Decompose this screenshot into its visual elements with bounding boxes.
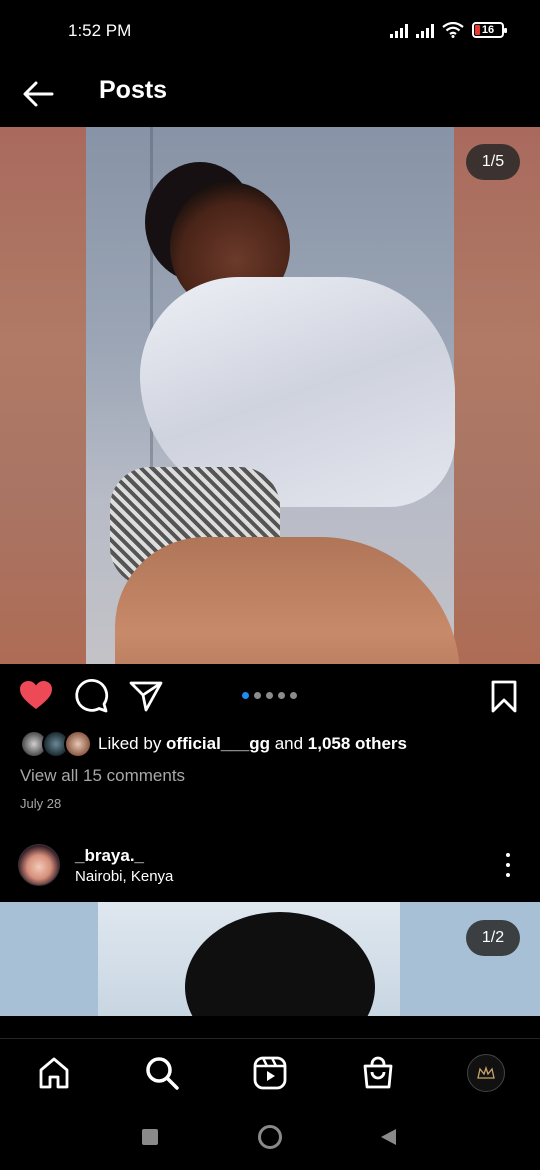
back-arrow-icon[interactable] (20, 76, 56, 112)
signal-icon (416, 22, 434, 38)
signal-icon (390, 22, 408, 38)
battery-level: 16 (481, 24, 495, 36)
share-icon[interactable] (128, 678, 164, 714)
more-options-icon[interactable] (498, 850, 518, 880)
next-post-username[interactable]: _braya._ (75, 846, 144, 866)
back-button[interactable] (378, 1127, 398, 1147)
recents-button[interactable] (142, 1129, 158, 1145)
likes-middle: and (269, 734, 308, 753)
home-icon[interactable] (36, 1055, 72, 1091)
comment-icon[interactable] (74, 678, 110, 714)
next-post-header: _braya._ Nairobi, Kenya (0, 838, 540, 896)
system-nav-bar (0, 1108, 540, 1170)
likes-row[interactable]: Liked by official___gg and 1,058 others (20, 729, 407, 759)
post-image[interactable]: 1/5 (0, 127, 540, 664)
avatar[interactable] (18, 844, 60, 886)
liker-avatars (20, 730, 92, 758)
post-date: July 28 (20, 796, 62, 811)
status-icons: 16 (390, 22, 507, 38)
profile-avatar-icon[interactable] (467, 1054, 505, 1092)
likes-text: Liked by official___gg and 1,058 others (98, 734, 407, 754)
top-bar: Posts (0, 62, 540, 127)
next-post-image[interactable]: 1/2 (0, 902, 540, 1016)
likes-others[interactable]: 1,058 others (308, 734, 407, 753)
battery-icon: 16 (472, 22, 507, 38)
next-image-counter: 1/2 (466, 920, 520, 956)
search-icon[interactable] (144, 1055, 180, 1091)
carousel-dot (242, 692, 249, 699)
page-title: Posts (99, 76, 168, 104)
carousel-dot (266, 692, 273, 699)
like-heart-icon[interactable] (18, 678, 54, 714)
reels-icon[interactable] (252, 1055, 288, 1091)
post-actions (0, 664, 540, 728)
carousel-dot (278, 692, 285, 699)
carousel-dots (242, 692, 297, 699)
view-comments-link[interactable]: View all 15 comments (20, 766, 185, 786)
status-time: 1:52 PM (68, 21, 132, 40)
bottom-tab-bar (0, 1038, 540, 1108)
status-bar: 1:52 PM 16 (0, 0, 540, 62)
liker-avatar (64, 730, 92, 758)
crown-icon (477, 1066, 495, 1079)
liker-username[interactable]: official___gg (166, 734, 270, 753)
carousel-dot (254, 692, 261, 699)
likes-prefix: Liked by (98, 734, 167, 753)
wifi-icon (442, 22, 464, 38)
image-counter: 1/5 (466, 144, 520, 180)
next-post-location[interactable]: Nairobi, Kenya (75, 868, 173, 885)
bookmark-icon[interactable] (486, 678, 522, 714)
carousel-dot (290, 692, 297, 699)
home-button[interactable] (258, 1125, 282, 1149)
shop-bag-icon[interactable] (360, 1055, 396, 1091)
